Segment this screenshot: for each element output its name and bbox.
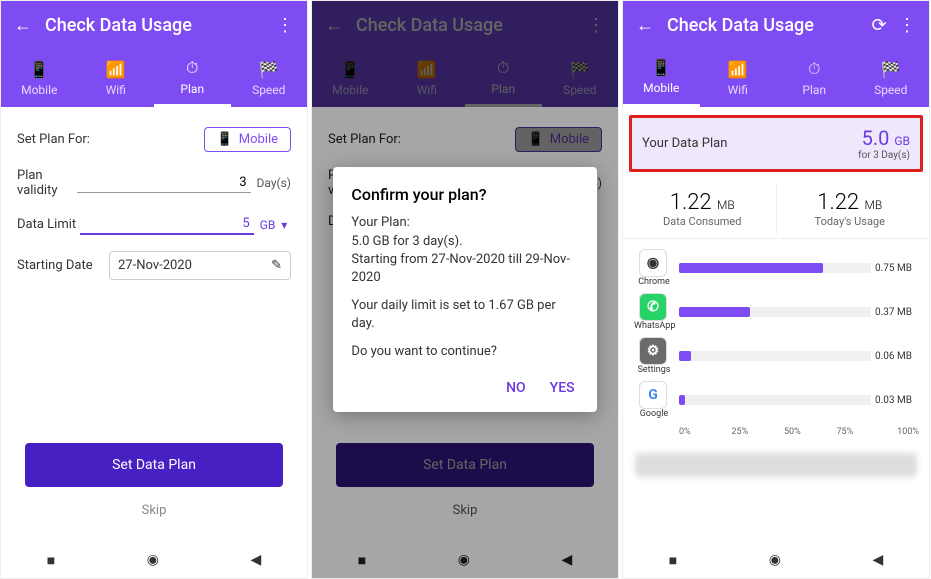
skip-button[interactable]: Skip [17,491,291,530]
app-icon: ⚙ [639,337,667,365]
mobile-icon: 📱 [217,132,233,147]
tab-plan[interactable]: ⏱Plan [776,49,853,107]
dialog-yes-button[interactable]: YES [550,380,575,396]
app-header: ← Check Data Usage ⋮ [1,1,307,49]
android-navbar: ■ ◉ ◀ [623,542,929,578]
usage-bar [679,351,871,361]
app-usage-row[interactable]: ⚙Settings 0.06 MB [633,337,919,375]
app-icon: ◉ [639,249,667,277]
dialog-title: Confirm your plan? [351,185,578,204]
usage-stats: 1.22 MB Data Consumed 1.22 MB Today's Us… [629,184,923,234]
modal-overlay[interactable]: Confirm your plan? Your Plan: 5.0 GB for… [312,1,618,578]
wifi-icon: 📶 [106,60,126,79]
usage-value: 0.06 MB [875,351,919,362]
app-usage-row[interactable]: ✆WhatsApp 0.37 MB [633,293,919,331]
dialog-no-button[interactable]: NO [506,380,526,396]
nav-home-icon[interactable]: ◉ [769,552,781,568]
usage-value: 0.75 MB [875,263,919,274]
app-title: Check Data Usage [667,15,865,36]
app-usage-list: ◉Chrome 0.75 MB ✆WhatsApp 0.37 MB ⚙Settings 0… [623,238,929,447]
data-plan-banner[interactable]: Your Data Plan 5.0 GB for 3 Day(s) [629,115,923,172]
top-tabs: 📱Mobile 📶Wifi ⏱Plan 🏁Speed [623,49,929,107]
app-name: WhatsApp [634,321,674,331]
data-limit-input[interactable] [80,214,254,235]
plan-validity-input[interactable] [77,173,251,193]
blurred-row [635,453,917,477]
stat-todays-usage: 1.22 MB Today's Usage [776,184,924,234]
usage-value: 0.03 MB [875,395,919,406]
usage-axis: 0%25%50%75%100% [633,425,919,443]
screen-mobile-usage: ← Check Data Usage ⟳ ⋮ 📱Mobile 📶Wifi ⏱Pl… [622,0,930,579]
app-name: Google [634,409,674,419]
tab-plan[interactable]: ⏱Plan [154,49,231,107]
usage-bar [679,263,871,273]
back-icon[interactable]: ← [9,15,37,36]
plan-banner-label: Your Data Plan [642,136,858,151]
android-navbar: ■ ◉ ◀ [1,542,307,578]
usage-bar [679,395,871,405]
set-plan-for-button[interactable]: 📱 Mobile [204,127,291,152]
plan-validity-unit: Day(s) [251,176,291,190]
tab-speed[interactable]: 🏁Speed [231,49,308,107]
overflow-icon[interactable]: ⋮ [271,15,299,36]
plan-validity-label: Plan validity [17,168,77,198]
back-icon[interactable]: ← [631,15,659,36]
tab-mobile[interactable]: 📱Mobile [623,49,700,107]
plan-form-body: Set Plan For: 📱 Mobile Plan validity Day… [1,107,307,542]
edit-icon: ✎ [271,258,282,273]
stat-data-consumed: 1.22 MB Data Consumed [629,184,776,234]
nav-back-icon[interactable]: ◀ [872,552,883,568]
plan-icon: ⏱ [186,58,198,78]
tab-mobile[interactable]: 📱Mobile [1,49,78,107]
data-limit-unit-dropdown[interactable]: GB ▾ [254,218,291,232]
nav-recent-icon[interactable]: ■ [669,552,677,569]
top-tabs: 📱Mobile 📶Wifi ⏱Plan 🏁Speed [1,49,307,107]
starting-date-picker[interactable]: 27-Nov-2020 ✎ [109,251,291,280]
app-icon: G [639,381,667,409]
starting-date-label: Starting Date [17,258,109,273]
set-plan-for-label: Set Plan For: [17,132,109,147]
app-name: Settings [634,365,674,375]
screen-plan-form: ← Check Data Usage ⋮ 📱Mobile 📶Wifi ⏱Plan… [0,0,308,579]
app-usage-row[interactable]: GGoogle 0.03 MB [633,381,919,419]
refresh-icon[interactable]: ⟳ [865,15,893,36]
screen-confirm-dialog: ← Check Data Usage ⋮ 📱Mobile 📶Wifi ⏱Plan… [311,0,619,579]
mobile-icon: 📱 [29,60,49,79]
app-usage-row[interactable]: ◉Chrome 0.75 MB [633,249,919,287]
app-header: ← Check Data Usage ⟳ ⋮ [623,1,929,49]
app-name: Chrome [634,277,674,287]
nav-recent-icon[interactable]: ■ [47,552,55,569]
usage-value: 0.37 MB [875,307,919,318]
tab-wifi[interactable]: 📶Wifi [78,49,155,107]
speed-icon: 🏁 [259,60,279,79]
app-title: Check Data Usage [45,15,271,36]
tab-speed[interactable]: 🏁Speed [853,49,930,107]
tab-wifi[interactable]: 📶Wifi [700,49,777,107]
usage-bar [679,307,871,317]
app-icon: ✆ [639,293,667,321]
nav-home-icon[interactable]: ◉ [147,552,159,568]
confirm-plan-dialog: Confirm your plan? Your Plan: 5.0 GB for… [333,167,596,411]
nav-back-icon[interactable]: ◀ [250,552,261,568]
set-data-plan-button[interactable]: Set Data Plan [25,443,283,487]
data-limit-label: Data Limit [17,217,80,232]
overflow-icon[interactable]: ⋮ [893,15,921,36]
